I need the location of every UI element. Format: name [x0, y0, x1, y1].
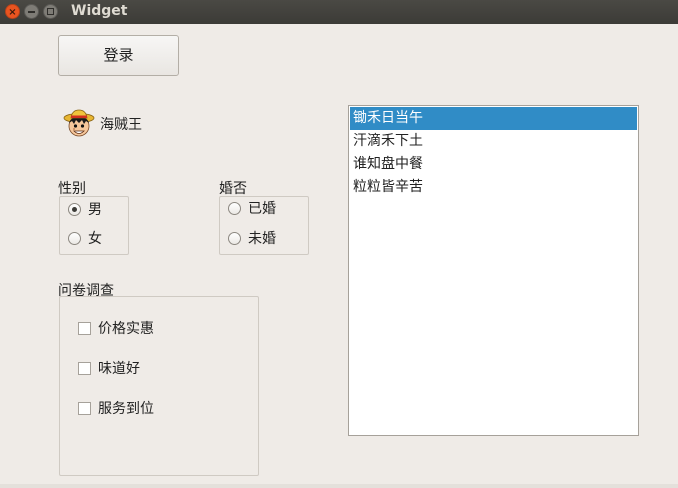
- checkbox-indicator-icon[interactable]: [78, 361, 91, 375]
- gender-group-title: 性别: [58, 181, 86, 197]
- minimize-icon[interactable]: [24, 4, 39, 19]
- title-bar[interactable]: × Widget: [0, 0, 678, 24]
- checkbox-service[interactable]: 服务到位: [78, 398, 154, 418]
- radio-male[interactable]: 男: [68, 199, 102, 219]
- avatar-row: 海贼王: [62, 106, 142, 142]
- checkbox-label: 服务到位: [98, 401, 154, 417]
- list-item[interactable]: 锄禾日当午: [350, 107, 637, 130]
- radio-label: 女: [88, 231, 102, 247]
- checkbox-price[interactable]: 价格实惠: [78, 318, 154, 338]
- marriage-group-title: 婚否: [219, 181, 247, 197]
- checkbox-label: 价格实惠: [98, 321, 154, 337]
- one-piece-luffy-icon: [62, 107, 96, 141]
- radio-label: 男: [88, 202, 102, 218]
- window-bottom-edge: [0, 484, 678, 488]
- radio-female[interactable]: 女: [68, 228, 102, 248]
- checkbox-taste[interactable]: 味道好: [78, 358, 140, 378]
- radio-indicator-icon[interactable]: [68, 202, 81, 216]
- radio-indicator-icon[interactable]: [228, 231, 241, 245]
- radio-married[interactable]: 已婚: [228, 198, 276, 218]
- checkbox-indicator-icon[interactable]: [78, 401, 91, 415]
- radio-indicator-icon[interactable]: [228, 201, 241, 215]
- list-item[interactable]: 汗滴禾下土: [350, 130, 637, 153]
- radio-unmarried[interactable]: 未婚: [228, 228, 276, 248]
- list-item[interactable]: 谁知盘中餐: [350, 153, 637, 176]
- widget-window: × Widget 登录 海贼王 性别 男 女 婚否 已婚 未婚 问卷调查 价格实…: [0, 0, 678, 488]
- list-item[interactable]: 粒粒皆辛苦: [350, 176, 637, 199]
- window-title: Widget: [71, 3, 128, 19]
- close-icon[interactable]: ×: [5, 4, 20, 19]
- radio-label: 已婚: [248, 201, 276, 217]
- avatar-name: 海贼王: [100, 117, 142, 133]
- checkbox-label: 味道好: [98, 361, 140, 377]
- poem-list[interactable]: 锄禾日当午 汗滴禾下土 谁知盘中餐 粒粒皆辛苦: [348, 105, 639, 436]
- login-button[interactable]: 登录: [58, 35, 179, 76]
- radio-indicator-icon[interactable]: [68, 231, 81, 245]
- radio-label: 未婚: [248, 231, 276, 247]
- checkbox-indicator-icon[interactable]: [78, 321, 91, 335]
- maximize-icon[interactable]: [43, 4, 58, 19]
